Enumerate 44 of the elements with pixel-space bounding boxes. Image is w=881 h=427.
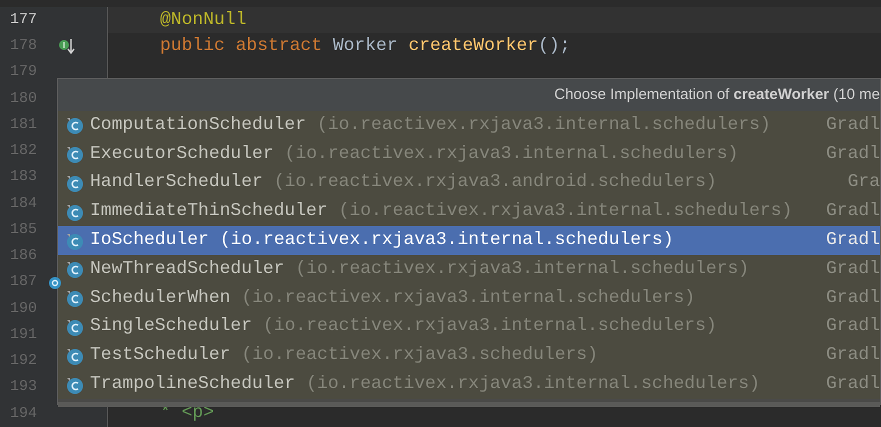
implementation-item[interactable]: TrampolineScheduler (io.reactivex.rxjava3.internal.schedulers) Gradl	[58, 370, 880, 399]
package-name: (io.reactivex.rxjava3.schedulers)	[241, 345, 598, 366]
implementation-item[interactable]: ImmediateThinScheduler (io.reactivex.rxjava3.internal.schedulers) Gradl	[58, 197, 880, 226]
implementation-item[interactable]: ComputationScheduler (io.reactivex.rxjava3.internal.schedulers) Gradl	[58, 111, 880, 140]
package-name: (io.reactivex.rxjava3.android.schedulers)	[274, 172, 717, 192]
package-name: (io.reactivex.rxjava3.internal.schedulers)	[241, 288, 696, 308]
class-name: HandlerScheduler	[90, 172, 263, 192]
class-name: TestScheduler	[90, 345, 230, 366]
class-name: NewThreadScheduler	[90, 258, 284, 279]
class-name: SingleScheduler	[90, 316, 252, 336]
code-line: @NonNull	[160, 8, 246, 32]
class-name: SchedulerWhen	[90, 288, 230, 308]
implementation-item[interactable]: SingleScheduler (io.reactivex.rxjava3.internal.schedulers) Gradl	[58, 312, 880, 342]
package-name: (io.reactivex.rxjava3.internal.schedulers)	[284, 144, 738, 164]
class-name: ComputationScheduler	[90, 114, 306, 135]
module-name: Gradl	[824, 114, 880, 137]
code-line: public abstract Worker createWorker();	[160, 35, 570, 58]
line-number: 177	[9, 10, 38, 30]
implementation-item[interactable]: IoScheduler (io.reactivex.rxjava3.internal.schedulers) Gradl	[58, 226, 880, 255]
module-name: Gradl	[824, 373, 880, 396]
class-name: IoScheduler	[90, 230, 209, 250]
package-name: (io.reactivex.rxjava3.internal.schedulers)	[220, 230, 674, 250]
implementation-item[interactable]: ExecutorScheduler (io.reactivex.rxjava3.internal.schedulers) Gradl	[58, 140, 880, 169]
module-name: Gradl	[824, 229, 880, 252]
class-name: TrampolineScheduler	[90, 374, 296, 394]
module-name: Gradl	[824, 315, 880, 338]
module-name: Gradl	[824, 142, 880, 166]
implementation-item[interactable]: TestScheduler (io.reactivex.rxjava3.schedulers) Gradl	[58, 341, 880, 370]
module-name: Gradl	[824, 344, 880, 368]
module-name: Gradl	[824, 258, 880, 281]
package-name: (io.reactivex.rxjava3.internal.schedulers)	[338, 201, 792, 222]
implementation-item[interactable]: NewThreadScheduler (io.reactivex.rxjava3.internal.schedulers) Gradl	[58, 254, 880, 284]
class-name: ExecutorScheduler	[90, 144, 274, 164]
popup-title: Choose Implementation of createWorker (10 me	[554, 84, 880, 105]
package-name: (io.reactivex.rxjava3.internal.schedulers)	[317, 114, 771, 135]
package-name: (io.reactivex.rxjava3.internal.schedulers)	[306, 374, 760, 394]
package-name: (io.reactivex.rxjava3.internal.schedulers)	[263, 316, 717, 336]
class-name: ImmediateThinScheduler	[90, 201, 328, 222]
module-name: Gra	[846, 171, 880, 194]
module-name: Gradl	[824, 286, 880, 310]
implementation-item[interactable]: HandlerScheduler (io.reactivex.rxjava3.android.schedulers) Gra	[58, 168, 880, 198]
module-name: Gradl	[824, 200, 880, 224]
package-name: (io.reactivex.rxjava3.internal.schedulers)	[295, 258, 750, 279]
implementation-item[interactable]: SchedulerWhen (io.reactivex.rxjava3.internal.schedulers) Gradl	[58, 284, 880, 313]
